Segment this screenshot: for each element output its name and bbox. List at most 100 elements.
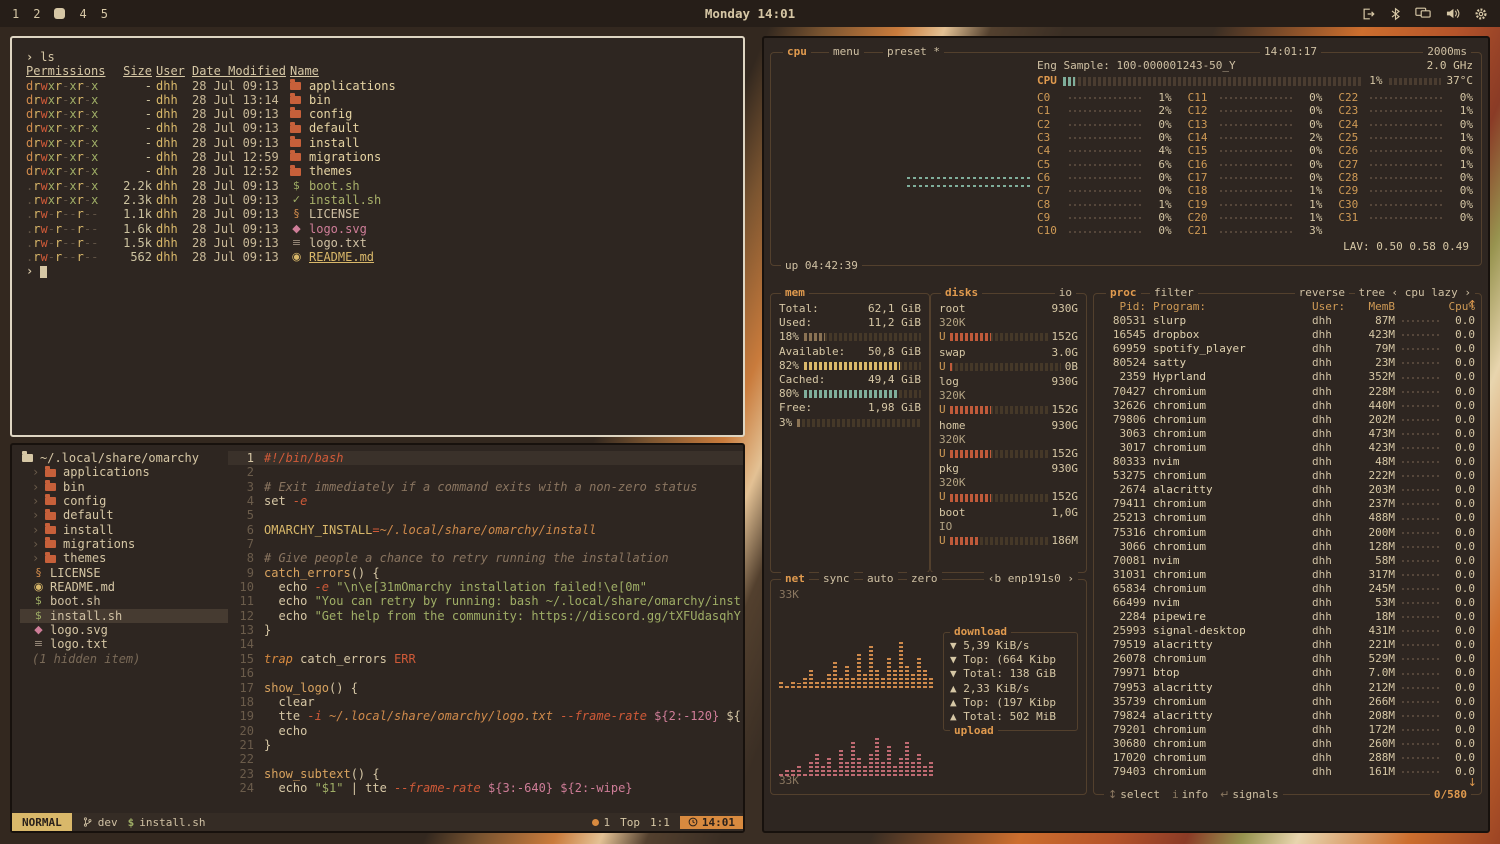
process-row[interactable]: 75316chromiumdhh200M0.0 <box>1102 526 1475 540</box>
settings-icon[interactable] <box>1474 7 1488 21</box>
info-button[interactable]: iinfo <box>1172 788 1208 802</box>
bluetooth-icon[interactable] <box>1390 7 1401 21</box>
process-row[interactable]: 26078chromiumdhh529M0.0 <box>1102 652 1475 666</box>
proc-column-header[interactable]: MemB <box>1353 300 1395 314</box>
process-row[interactable]: 17020chromiumdhh288M0.0 <box>1102 751 1475 765</box>
process-row[interactable]: 79201chromiumdhh172M0.0 <box>1102 723 1475 737</box>
cpu-total-pct: 1% <box>1369 74 1382 88</box>
cpu-interval[interactable]: 2000ms <box>1423 45 1471 59</box>
workspace-1[interactable]: 1 <box>12 7 19 21</box>
process-row[interactable]: 3017chromiumdhh423M0.0 <box>1102 441 1475 455</box>
process-row[interactable]: 80531slurpdhh87M0.0 <box>1102 314 1475 328</box>
menu-button[interactable]: menu <box>829 45 864 59</box>
tree-item-readme.md[interactable]: ◉README.md <box>20 580 228 594</box>
process-row[interactable]: 3063chromiumdhh473M0.0 <box>1102 427 1475 441</box>
process-row[interactable]: 31031chromiumdhh317M0.0 <box>1102 568 1475 582</box>
net-sync-button[interactable]: sync <box>819 572 854 586</box>
tree-item-bin[interactable]: ›bin <box>20 480 228 494</box>
process-row[interactable]: 79971btopdhh7.0M0.0 <box>1102 666 1475 680</box>
workspace-4[interactable]: 4 <box>79 7 86 21</box>
net-interface-switch[interactable]: ‹b enp191s0 › <box>984 572 1078 586</box>
proc-mini-graph <box>1402 489 1440 491</box>
process-row[interactable]: 80333nvimdhh48M0.0 <box>1102 455 1475 469</box>
select-button[interactable]: ↕select <box>1108 788 1160 802</box>
file-row: drwxr-xr-x-dhh28 Jul 09:13applications <box>26 79 729 93</box>
sort-selector[interactable]: ‹ cpu lazy › <box>1388 286 1475 300</box>
process-row[interactable]: 53275chromiumdhh222M0.0 <box>1102 469 1475 483</box>
core-id: C20 <box>1188 211 1216 225</box>
reverse-button[interactable]: reverse <box>1295 286 1349 300</box>
tree-item-logo.svg[interactable]: ◆logo.svg <box>20 623 228 637</box>
process-row[interactable]: 79824alacrittydhh208M0.0 <box>1102 709 1475 723</box>
process-row[interactable]: 2359Hyprlanddhh352M0.0 <box>1102 370 1475 384</box>
disk-name-row: boot1,0G <box>939 506 1078 520</box>
proc-mini-graph <box>1402 658 1440 660</box>
process-row[interactable]: 25993signal-desktopdhh431M0.0 <box>1102 624 1475 638</box>
filter-button[interactable]: filter <box>1150 286 1198 300</box>
process-row[interactable]: 79519alacrittydhh221M0.0 <box>1102 638 1475 652</box>
volume-icon[interactable] <box>1445 7 1460 20</box>
process-row[interactable]: 65834chromiumdhh245M0.0 <box>1102 582 1475 596</box>
proc-pid: 80531 <box>1102 314 1146 328</box>
tree-button[interactable]: tree <box>1355 286 1390 300</box>
prompt-line[interactable]: › <box>26 264 729 278</box>
terminal-window-ls: › ls PermissionsSizeUserDate ModifiedNam… <box>10 36 745 437</box>
workspace-3[interactable] <box>54 8 65 19</box>
process-row[interactable]: 79806chromiumdhh202M0.0 <box>1102 413 1475 427</box>
code-editor[interactable]: 1#!/bin/bash23# Exit immediately if a co… <box>228 445 743 813</box>
mem-meter <box>804 333 921 341</box>
proc-program: chromium <box>1153 582 1305 596</box>
tree-item-migrations[interactable]: ›migrations <box>20 537 228 551</box>
process-row[interactable]: 79953alacrittydhh212M0.0 <box>1102 681 1475 695</box>
logout-icon[interactable] <box>1361 7 1376 21</box>
signals-button[interactable]: ↵signals <box>1220 788 1279 802</box>
ls-header-row: PermissionsSizeUserDate ModifiedName <box>26 64 729 78</box>
tree-item-logo.txt[interactable]: ≡logo.txt <box>20 637 228 651</box>
tree-item-install[interactable]: ›install <box>20 523 228 537</box>
net-zero-button[interactable]: zero <box>907 572 942 586</box>
process-row[interactable]: 3066chromiumdhh128M0.0 <box>1102 540 1475 554</box>
disk-total: 1,0G <box>1052 506 1079 520</box>
process-row[interactable]: 70081nvimdhh58M0.0 <box>1102 554 1475 568</box>
tree-item-install.sh[interactable]: $install.sh <box>20 609 228 623</box>
display-icon[interactable] <box>1415 7 1431 20</box>
proc-column-header[interactable]: Pid: <box>1102 300 1146 314</box>
process-row[interactable]: 79403chromiumdhh161M0.0 <box>1102 765 1475 779</box>
code-line: 12 echo "Get help from the community: ht… <box>228 609 743 623</box>
net-auto-button[interactable]: auto <box>863 572 898 586</box>
scroll-up-arrow[interactable]: ↑ <box>1468 298 1477 312</box>
process-row[interactable]: 16545dropboxdhh423M0.0 <box>1102 328 1475 342</box>
workspace-2[interactable]: 2 <box>33 7 40 21</box>
column-header: Name <box>290 64 729 78</box>
image-icon: ◆ <box>32 623 45 637</box>
process-row[interactable]: 66499nvimdhh53M0.0 <box>1102 596 1475 610</box>
process-row[interactable]: 70427chromiumdhh228M0.0 <box>1102 385 1475 399</box>
date-cell: 28 Jul 09:13 <box>192 107 290 121</box>
proc-column-header[interactable]: User: <box>1312 300 1346 314</box>
tree-item-config[interactable]: ›config <box>20 494 228 508</box>
process-row[interactable]: 2284pipewiredhh18M0.0 <box>1102 610 1475 624</box>
process-row[interactable]: 30680chromiumdhh260M0.0 <box>1102 737 1475 751</box>
tree-item-boot.sh[interactable]: $boot.sh <box>20 594 228 608</box>
process-row[interactable]: 25213chromiumdhh488M0.0 <box>1102 511 1475 525</box>
tree-item--.local-share-omarchy[interactable]: ~/.local/share/omarchy <box>20 451 228 465</box>
tree-item-default[interactable]: ›default <box>20 508 228 522</box>
tree-item-license[interactable]: §LICENSE <box>20 566 228 580</box>
process-row[interactable]: 32626chromiumdhh440M0.0 <box>1102 399 1475 413</box>
tree-item-label: boot.sh <box>50 594 101 608</box>
proc-panel-body: Pid:Program:User:MemBCpu% 80531slurpdhh8… <box>1094 294 1481 794</box>
proc-column-header[interactable]: Program: <box>1153 300 1305 314</box>
tree-item-themes[interactable]: ›themes <box>20 551 228 565</box>
proc-column-header[interactable] <box>1402 306 1440 308</box>
preset-button[interactable]: preset * <box>883 45 944 59</box>
process-row[interactable]: 35739chromiumdhh266M0.0 <box>1102 695 1475 709</box>
process-row[interactable]: 2674alacrittydhh203M0.0 <box>1102 483 1475 497</box>
process-row[interactable]: 69959spotify_playerdhh79M0.0 <box>1102 342 1475 356</box>
process-row[interactable]: 80524sattydhh23M0.0 <box>1102 356 1475 370</box>
disks-panel-title: disks <box>941 286 982 300</box>
process-row[interactable]: 79411chromiumdhh237M0.0 <box>1102 497 1475 511</box>
tree-item-applications[interactable]: ›applications <box>20 465 228 479</box>
proc-mem: 202M <box>1353 413 1395 427</box>
workspace-5[interactable]: 5 <box>101 7 108 21</box>
io-mode-button[interactable]: io <box>1055 286 1076 300</box>
